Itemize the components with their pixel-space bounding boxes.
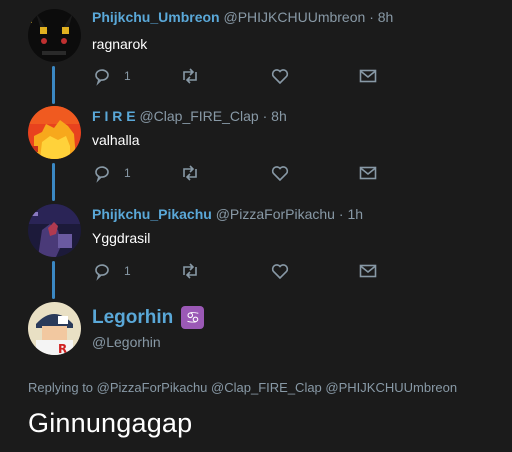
tweet-text: valhalla — [92, 132, 140, 148]
reply-icon — [95, 69, 109, 86]
timestamp[interactable]: 8h — [378, 9, 394, 25]
like-button[interactable] — [270, 163, 290, 183]
cancer-zodiac-icon: ♋ — [181, 306, 205, 329]
reply-button[interactable]: 1 — [92, 66, 131, 86]
legorhin-avatar[interactable]: R — [28, 302, 81, 355]
retweet-button[interactable] — [180, 163, 200, 183]
reply-count: 1 — [124, 264, 131, 278]
tweet-thread: Phijkchu_Umbreon @PHIJKCHUUmbreon · 8h r… — [0, 0, 512, 452]
tweet-header: Phijkchu_Umbreon @PHIJKCHUUmbreon · 8h — [92, 8, 393, 26]
retweet-icon — [183, 68, 197, 84]
umbreon-avatar[interactable] — [28, 9, 81, 62]
main-name-text: Legorhin — [92, 306, 174, 328]
user-handle[interactable]: @PHIJKCHUUmbreon — [223, 9, 365, 25]
thread-connector — [52, 261, 55, 299]
mention-link[interactable]: @PizzaForPikachu — [97, 380, 208, 395]
display-name[interactable]: F I R E — [92, 108, 136, 124]
tweet-text: Yggdrasil — [92, 230, 151, 246]
user-handle[interactable]: @Clap_FIRE_Clap — [139, 108, 258, 124]
fire-avatar[interactable] — [28, 106, 81, 159]
heart-icon — [271, 264, 289, 280]
direct-message-button[interactable] — [358, 66, 378, 86]
replying-label: Replying to — [28, 380, 94, 395]
replying-to: Replying to @PizzaForPikachu @Clap_FIRE_… — [28, 380, 457, 395]
heart-icon — [271, 69, 289, 85]
svg-text:R: R — [58, 342, 67, 355]
main-user-handle[interactable]: @Legorhin — [92, 334, 161, 350]
display-name[interactable]: Phijkchu_Pikachu — [92, 206, 212, 222]
separator-dot: · — [338, 206, 344, 222]
main-display-name[interactable]: Legorhin ♋ — [92, 306, 205, 329]
timestamp[interactable]: 1h — [347, 206, 363, 222]
direct-message-button[interactable] — [358, 261, 378, 281]
direct-message-button[interactable] — [358, 163, 378, 183]
envelope-icon — [359, 264, 377, 278]
main-tweet-text: Ginnungagap — [28, 408, 193, 438]
reply-button[interactable]: 1 — [92, 261, 131, 281]
thread-connector — [52, 163, 55, 201]
retweet-icon — [183, 263, 197, 279]
reply-count: 1 — [124, 69, 131, 83]
separator-dot: · — [262, 108, 268, 124]
retweet-icon — [183, 165, 197, 181]
heart-icon — [271, 166, 289, 182]
envelope-icon — [359, 69, 377, 83]
reply-button[interactable]: 1 — [92, 163, 131, 183]
thread-connector — [52, 66, 55, 104]
retweet-button[interactable] — [180, 261, 200, 281]
tweet-text: ragnarok — [92, 36, 148, 52]
tweet-header: Phijkchu_Pikachu @PizzaForPikachu · 1h — [92, 205, 363, 223]
mention-link[interactable]: @PHIJKCHUUmbreon — [325, 380, 457, 395]
tweet-header: F I R E @Clap_FIRE_Clap · 8h — [92, 107, 287, 125]
envelope-icon — [359, 166, 377, 180]
timestamp[interactable]: 8h — [271, 108, 287, 124]
pikachu-avatar[interactable] — [28, 204, 81, 257]
user-handle[interactable]: @PizzaForPikachu — [216, 206, 335, 222]
like-button[interactable] — [270, 66, 290, 86]
mention-link[interactable]: @Clap_FIRE_Clap — [211, 380, 322, 395]
reply-count: 1 — [124, 166, 131, 180]
reply-icon — [95, 264, 109, 281]
retweet-button[interactable] — [180, 66, 200, 86]
separator-dot: · — [369, 9, 374, 25]
like-button[interactable] — [270, 261, 290, 281]
display-name[interactable]: Phijkchu_Umbreon — [92, 9, 220, 25]
reply-icon — [95, 166, 109, 183]
